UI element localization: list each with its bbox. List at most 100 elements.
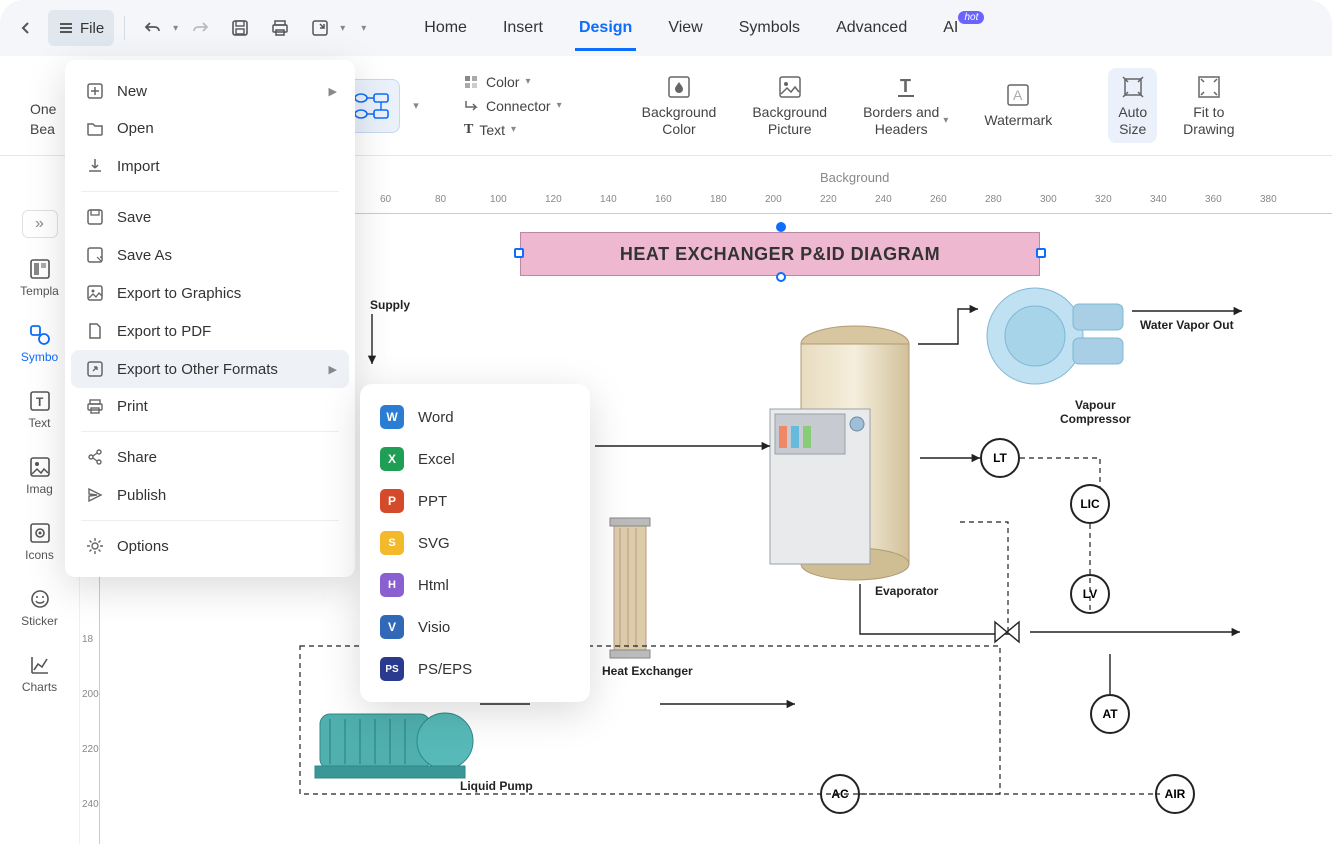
pump-shape[interactable]	[310, 694, 480, 784]
selection-handle[interactable]	[776, 272, 786, 282]
tab-insert[interactable]: Insert	[499, 5, 547, 51]
export-svg[interactable]: S SVG	[366, 522, 584, 564]
bg-color-button[interactable]: Background Color	[632, 68, 727, 144]
instrument-ac[interactable]: AC	[820, 774, 860, 814]
heat-exchanger-shape[interactable]	[600, 514, 660, 664]
tab-ai[interactable]: AI hot	[939, 5, 962, 51]
export-visio[interactable]: V Visio	[366, 606, 584, 648]
menu-options[interactable]: Options	[71, 527, 349, 565]
diagram-title[interactable]: HEAT EXCHANGER P&ID DIAGRAM	[520, 232, 1040, 276]
redo-button[interactable]	[182, 10, 218, 46]
shape-style-more[interactable]: ▾	[404, 79, 428, 133]
menu-tabs: Home Insert Design View Symbols Advanced…	[420, 5, 962, 51]
label-water-vapor: Water Vapor Out	[1140, 318, 1234, 332]
menu-export-pdf[interactable]: Export to PDF	[71, 312, 349, 350]
tab-view[interactable]: View	[664, 5, 706, 51]
menu-save-as[interactable]: Save As	[71, 236, 349, 274]
target-icon	[29, 522, 51, 544]
ps-icon: PS	[380, 657, 404, 681]
html-icon: H	[380, 573, 404, 597]
menu-share[interactable]: Share	[71, 438, 349, 476]
undo-button[interactable]	[135, 10, 171, 46]
hamburger-icon	[58, 20, 74, 36]
instrument-lic[interactable]: LIC	[1070, 484, 1110, 524]
save-button[interactable]	[222, 10, 258, 46]
selection-handle[interactable]	[514, 248, 524, 258]
menu-new[interactable]: New ▶	[71, 72, 349, 110]
instrument-at[interactable]: AT	[1090, 694, 1130, 734]
label-evaporator: Evaporator	[875, 584, 938, 598]
menu-publish[interactable]: Publish	[71, 476, 349, 514]
menu-save[interactable]: Save	[71, 198, 349, 236]
menu-open[interactable]: Open	[71, 110, 349, 147]
undo-dropdown[interactable]: ▾	[173, 23, 178, 34]
rail-templates[interactable]: Templa	[10, 252, 70, 304]
tab-design[interactable]: Design	[575, 5, 636, 51]
menu-export-graphics[interactable]: Export to Graphics	[71, 274, 349, 312]
template-icon	[29, 258, 51, 280]
sticker-icon	[29, 588, 51, 610]
color-grid-icon	[464, 75, 480, 89]
connector-icon	[464, 99, 480, 113]
image-icon	[29, 456, 51, 478]
menu-separator	[81, 431, 339, 432]
instrument-lt[interactable]: LT	[980, 438, 1020, 478]
chevron-right-icon: ▶	[329, 363, 337, 376]
text-icon: T	[29, 390, 51, 412]
connector-dropdown[interactable]: Connector▾	[460, 96, 566, 116]
ribbon-section-label: Background	[820, 170, 889, 185]
auto-size-icon	[1120, 74, 1146, 100]
export-html[interactable]: H Html	[366, 564, 584, 606]
menu-import[interactable]: Import	[71, 147, 349, 185]
fit-drawing-button[interactable]: Fit to Drawing	[1173, 68, 1244, 144]
rail-text[interactable]: T Text	[10, 384, 70, 436]
format-group: Color▾ Connector▾ T Text▾	[460, 72, 566, 140]
menu-separator	[81, 520, 339, 521]
rail-icons[interactable]: Icons	[10, 516, 70, 568]
rail-collapse-button[interactable]: »	[22, 210, 58, 238]
compressor-shape[interactable]	[965, 276, 1135, 396]
export-ppt[interactable]: P PPT	[366, 480, 584, 522]
rail-sticker[interactable]: Sticker	[10, 582, 70, 634]
instrument-air[interactable]: AIR	[1155, 774, 1195, 814]
shapes-icon	[29, 324, 51, 346]
visio-icon: V	[380, 615, 404, 639]
export-excel[interactable]: X Excel	[366, 438, 584, 480]
export-quick-button[interactable]	[302, 10, 338, 46]
export-word[interactable]: W Word	[366, 396, 584, 438]
export-ps[interactable]: PS PS/EPS	[366, 648, 584, 690]
control-panel-shape[interactable]	[765, 404, 885, 574]
file-menu-button[interactable]: File	[48, 10, 114, 46]
separator	[124, 16, 125, 40]
tab-symbols[interactable]: Symbols	[735, 5, 804, 51]
rotation-handle[interactable]	[776, 222, 786, 232]
back-button[interactable]	[8, 10, 44, 46]
selection-handle[interactable]	[1036, 248, 1046, 258]
label-heat-exchanger: Heat Exchanger	[602, 664, 693, 678]
more-dropdown[interactable]: ▾	[361, 23, 366, 34]
auto-size-button[interactable]: Auto Size	[1108, 68, 1157, 144]
print-button[interactable]	[262, 10, 298, 46]
svg-icon: S	[380, 531, 404, 555]
tab-home[interactable]: Home	[420, 5, 471, 51]
rail-image[interactable]: Imag	[10, 450, 70, 502]
export-formats-submenu: W Word X Excel P PPT S SVG H Html V Visi…	[360, 384, 590, 702]
hot-badge: hot	[958, 11, 984, 24]
print-icon	[85, 399, 105, 415]
bg-picture-button[interactable]: Background Picture	[742, 68, 837, 144]
borders-headers-button[interactable]: T Borders and Headers▾	[853, 68, 958, 144]
instrument-lv[interactable]: LV	[1070, 574, 1110, 614]
svg-text:T: T	[36, 395, 44, 409]
export-dropdown[interactable]: ▾	[340, 23, 345, 34]
excel-icon: X	[380, 447, 404, 471]
watermark-button[interactable]: A Watermark	[974, 76, 1062, 135]
tab-advanced[interactable]: Advanced	[832, 5, 911, 51]
chevron-right-icon: ▶	[329, 85, 337, 98]
rail-symbols[interactable]: Symbo	[10, 318, 70, 370]
menu-export-other[interactable]: Export to Other Formats ▶	[71, 350, 349, 388]
menu-print[interactable]: Print	[71, 388, 349, 425]
rail-charts[interactable]: Charts	[10, 648, 70, 700]
text-dropdown[interactable]: T Text▾	[460, 120, 566, 140]
save-as-icon	[85, 246, 105, 264]
color-dropdown[interactable]: Color▾	[460, 72, 566, 92]
